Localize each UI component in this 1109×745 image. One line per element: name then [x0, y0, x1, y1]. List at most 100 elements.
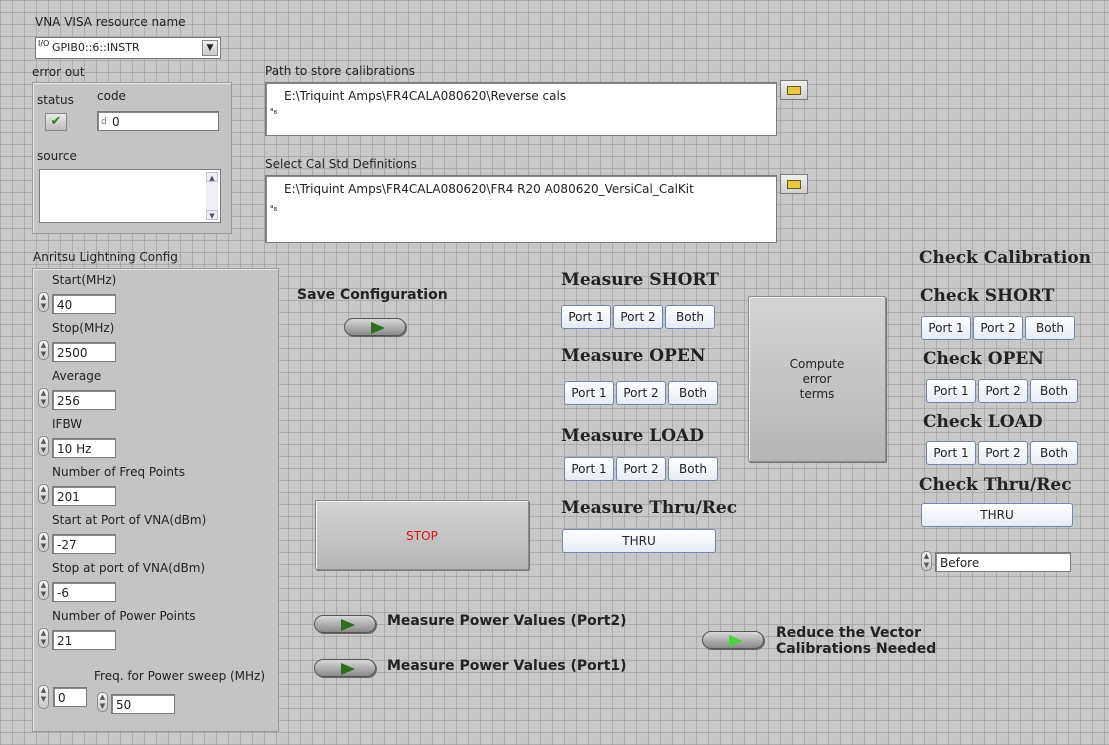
reduce-vector-label-line2: Calibrations Needed: [776, 641, 937, 657]
measure-power-port2-label: Measure Power Values (Port2): [387, 613, 627, 629]
before-after-ring[interactable]: Before: [935, 552, 1071, 572]
check-calibration-title: Check Calibration: [919, 248, 1092, 268]
check-open-both-button[interactable]: Both: [1030, 379, 1078, 403]
folder-browse-icon[interactable]: [780, 80, 808, 100]
check-short-title: Check SHORT: [920, 286, 1055, 306]
code-prefix: d: [101, 117, 107, 127]
led-indicator-icon: [341, 663, 355, 675]
error-out-label: error out: [32, 65, 85, 79]
code-label: code: [97, 89, 126, 103]
config-field-value[interactable]: 256: [52, 390, 116, 410]
save-config-toggle[interactable]: [344, 318, 406, 336]
measure-load-title: Measure LOAD: [561, 426, 704, 446]
config-field-label: Average: [52, 369, 102, 383]
index-field[interactable]: 0: [53, 687, 87, 707]
std-path-field[interactable]: E:\Triquint Amps\FR4CALA080620\FR4 R20 A…: [265, 175, 777, 243]
reduce-vector-label-line1: Reduce the Vector: [776, 625, 922, 641]
stop-button[interactable]: STOP: [315, 500, 529, 570]
measure-thru-button[interactable]: THRU: [562, 529, 716, 553]
config-field-value[interactable]: 2500: [52, 342, 116, 362]
cal-path-field[interactable]: E:\Triquint Amps\FR4CALA080620\Reverse c…: [265, 82, 777, 136]
path-icon: ᵃ₈: [270, 107, 278, 117]
dropdown-arrow-icon[interactable]: ▼: [202, 40, 218, 56]
spinner-icon[interactable]: ▲ ▼: [38, 532, 49, 552]
config-title: Anritsu Lightning Config: [33, 250, 178, 264]
measure-short-both-button[interactable]: Both: [665, 305, 715, 329]
measure-power-port2-toggle[interactable]: [314, 615, 376, 633]
measure-power-port1-label: Measure Power Values (Port1): [387, 658, 627, 674]
freq-power-label: Freq. for Power sweep (MHz): [94, 669, 266, 683]
code-field[interactable]: d 0: [97, 111, 219, 131]
reduce-vector-toggle[interactable]: [702, 631, 764, 649]
check-short-both-button[interactable]: Both: [1025, 316, 1075, 340]
cal-path-value: E:\Triquint Amps\FR4CALA080620\Reverse c…: [284, 89, 567, 103]
config-field-value[interactable]: -6: [52, 582, 116, 602]
check-load-port2-button[interactable]: Port 2: [978, 441, 1028, 465]
config-field-value[interactable]: 21: [52, 630, 116, 650]
check-open-port2-button[interactable]: Port 2: [978, 379, 1028, 403]
config-field-value[interactable]: 40: [52, 294, 116, 314]
measure-open-title: Measure OPEN: [561, 346, 706, 366]
spinner-icon[interactable]: ▲ ▼: [38, 580, 49, 600]
reduce-vector-label: Reduce the Vector Calibrations Needed: [776, 625, 936, 657]
check-open-title: Check OPEN: [923, 349, 1044, 369]
measure-open-port1-button[interactable]: Port 1: [564, 381, 614, 405]
spinner-icon[interactable]: ▲ ▼: [38, 292, 49, 312]
source-scrollbar[interactable]: ▲ ▼: [206, 172, 218, 220]
spinner-icon[interactable]: ▲ ▼: [921, 551, 932, 571]
measure-open-both-button[interactable]: Both: [668, 381, 718, 405]
spinner-icon[interactable]: ▲ ▼: [97, 692, 108, 712]
check-thru-button[interactable]: THRU: [921, 503, 1073, 527]
io-icon: I/O: [38, 39, 50, 48]
visa-selector[interactable]: I/O GPIB0::6::INSTR ▼: [35, 37, 221, 59]
config-field-value[interactable]: 201: [52, 486, 116, 506]
config-field-label: Number of Freq Points: [52, 465, 185, 479]
spinner-icon[interactable]: ▲ ▼: [38, 388, 49, 408]
led-indicator-icon: [371, 322, 385, 334]
check-thru-title: Check Thru/Rec: [919, 475, 1072, 495]
measure-short-port1-button[interactable]: Port 1: [561, 305, 611, 329]
config-field-label: IFBW: [52, 417, 83, 431]
check-open-port1-button[interactable]: Port 1: [926, 379, 976, 403]
check-short-port1-button[interactable]: Port 1: [921, 316, 971, 340]
status-label: status: [37, 93, 74, 107]
freq-power-field[interactable]: 50: [111, 694, 175, 714]
check-load-port1-button[interactable]: Port 1: [926, 441, 976, 465]
led-indicator-icon: [341, 619, 355, 631]
led-indicator-icon: [729, 635, 743, 647]
config-field-value[interactable]: 10 Hz: [52, 438, 116, 458]
measure-short-port2-button[interactable]: Port 2: [613, 305, 663, 329]
std-path-label: Select Cal Std Definitions: [265, 157, 417, 171]
check-load-both-button[interactable]: Both: [1030, 441, 1078, 465]
measure-thru-title: Measure Thru/Rec: [561, 498, 738, 518]
cal-path-label: Path to store calibrations: [265, 64, 415, 78]
spinner-icon[interactable]: ▲ ▼: [38, 685, 49, 709]
measure-open-port2-button[interactable]: Port 2: [616, 381, 666, 405]
source-label: source: [37, 149, 77, 163]
measure-power-port1-toggle[interactable]: [314, 659, 376, 677]
config-field-label: Start(MHz): [52, 273, 117, 287]
stop-label: STOP: [406, 529, 438, 543]
measure-load-both-button[interactable]: Both: [668, 457, 718, 481]
spinner-icon[interactable]: ▲ ▼: [38, 628, 49, 648]
std-path-value: E:\Triquint Amps\FR4CALA080620\FR4 R20 A…: [284, 182, 694, 196]
config-field-label: Stop at port of VNA(dBm): [52, 561, 206, 575]
spinner-icon[interactable]: ▲ ▼: [38, 436, 49, 456]
config-field-label: Number of Power Points: [52, 609, 196, 623]
visa-label: VNA VISA resource name: [35, 15, 186, 29]
spinner-icon[interactable]: ▲ ▼: [38, 484, 49, 504]
scroll-down-icon[interactable]: ▼: [206, 210, 218, 220]
checkmark-icon: ✔: [45, 113, 67, 131]
code-value: 0: [112, 115, 120, 129]
config-field-value[interactable]: -27: [52, 534, 116, 554]
spinner-icon[interactable]: ▲ ▼: [38, 340, 49, 360]
measure-load-port2-button[interactable]: Port 2: [616, 457, 666, 481]
measure-load-port1-button[interactable]: Port 1: [564, 457, 614, 481]
check-short-port2-button[interactable]: Port 2: [973, 316, 1023, 340]
source-field[interactable]: ▲ ▼: [39, 169, 221, 223]
error-out-panel: status code ✔ d 0 source ▲ ▼: [32, 82, 232, 234]
compute-error-terms-button[interactable]: Compute error terms: [748, 296, 886, 462]
scroll-up-icon[interactable]: ▲: [206, 172, 218, 182]
folder-browse-icon[interactable]: [780, 174, 808, 194]
check-load-title: Check LOAD: [923, 412, 1043, 432]
